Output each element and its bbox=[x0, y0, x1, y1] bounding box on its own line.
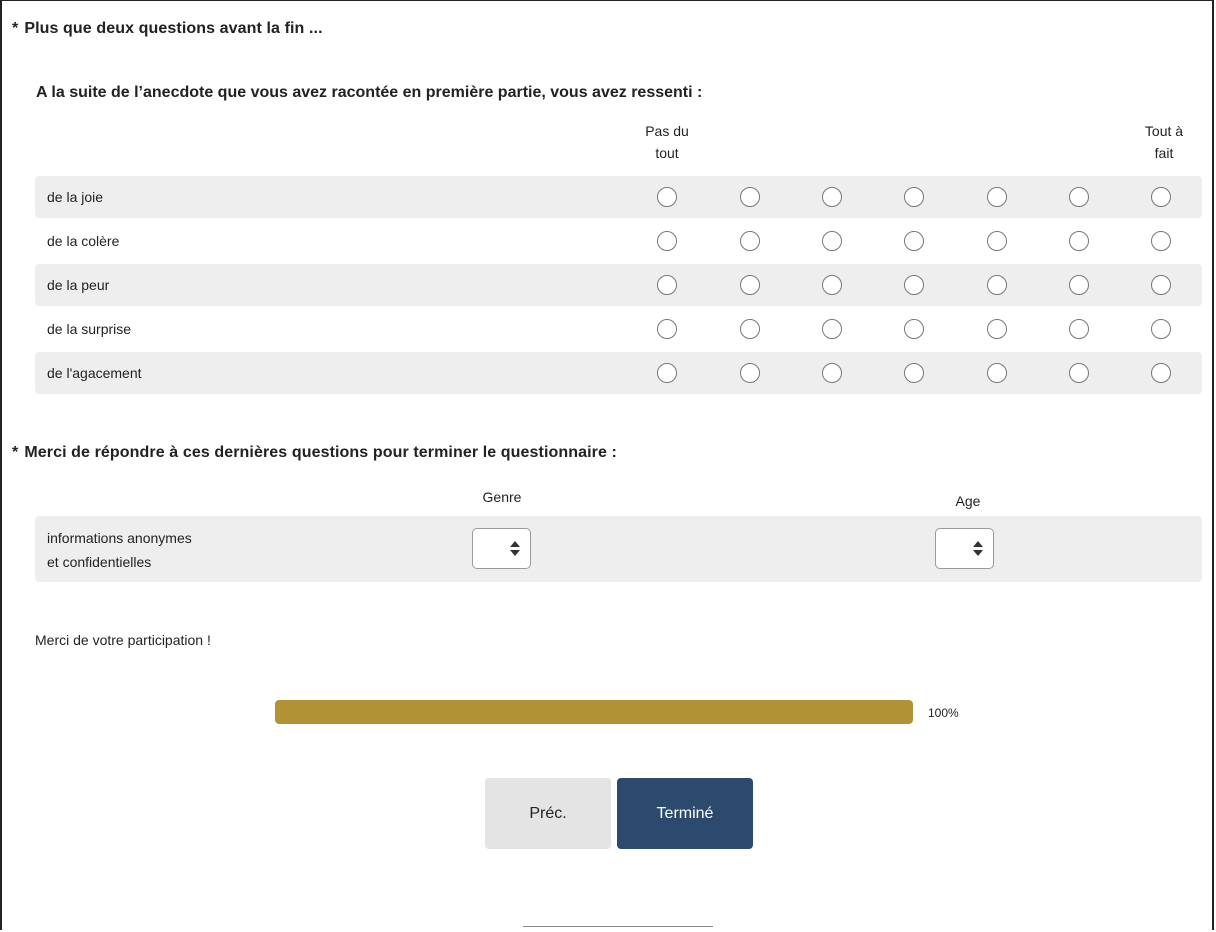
radio-option-4[interactable] bbox=[904, 319, 924, 339]
radio-option-6[interactable] bbox=[1069, 231, 1089, 251]
radio-option-2[interactable] bbox=[740, 187, 760, 207]
radio-option-3[interactable] bbox=[822, 275, 842, 295]
scale-low-header: Pas du tout bbox=[645, 123, 689, 161]
radio-option-2[interactable] bbox=[740, 231, 760, 251]
progress-fill bbox=[275, 700, 913, 724]
radio-option-6[interactable] bbox=[1069, 319, 1089, 339]
required-marker: * bbox=[12, 20, 19, 37]
question-1-title: * Plus que deux questions avant la fin ..… bbox=[12, 20, 323, 37]
age-header: Age bbox=[955, 493, 981, 509]
radio-option-7[interactable] bbox=[1151, 363, 1171, 383]
select-arrows-icon bbox=[973, 541, 983, 557]
radio-option-3[interactable] bbox=[822, 363, 842, 383]
radio-option-7[interactable] bbox=[1151, 231, 1171, 251]
radio-option-5[interactable] bbox=[987, 319, 1007, 339]
radio-option-3[interactable] bbox=[822, 187, 842, 207]
radio-option-4[interactable] bbox=[904, 231, 924, 251]
matrix-row-label: de la joie bbox=[47, 189, 104, 205]
demographics-row-label: informations anonymes et confidentielles bbox=[47, 530, 192, 570]
radio-option-7[interactable] bbox=[1151, 319, 1171, 339]
progress-bar bbox=[275, 700, 913, 724]
radio-option-1[interactable] bbox=[657, 275, 677, 295]
radio-option-5[interactable] bbox=[987, 275, 1007, 295]
matrix-row-label: de l'agacement bbox=[47, 365, 142, 381]
genre-select[interactable] bbox=[472, 528, 531, 569]
radio-option-1[interactable] bbox=[657, 187, 677, 207]
matrix-row-label: de la peur bbox=[47, 277, 110, 293]
matrix-row-label: de la surprise bbox=[47, 321, 132, 337]
radio-option-5[interactable] bbox=[987, 187, 1007, 207]
radio-option-2[interactable] bbox=[740, 319, 760, 339]
matrix-row-colere: de la colère bbox=[35, 220, 1202, 262]
radio-option-7[interactable] bbox=[1151, 275, 1171, 295]
question-2-title: * Merci de répondre à ces dernières quest… bbox=[12, 444, 617, 461]
radio-option-6[interactable] bbox=[1069, 275, 1089, 295]
genre-header: Genre bbox=[482, 489, 522, 505]
required-marker: * bbox=[12, 444, 19, 461]
radio-option-6[interactable] bbox=[1069, 187, 1089, 207]
radio-option-1[interactable] bbox=[657, 319, 677, 339]
scale-high-header: Tout à fait bbox=[1144, 123, 1184, 161]
question-1-subtitle: A la suite de l’anecdote que vous avez r… bbox=[36, 84, 703, 101]
emotion-matrix: de la joie de la colère de la peur de la… bbox=[35, 176, 1202, 396]
select-arrows-icon bbox=[510, 541, 520, 557]
matrix-row-peur: de la peur bbox=[35, 264, 1202, 306]
demographics-row: informations anonymes et confidentielles bbox=[35, 516, 1202, 582]
finish-button[interactable]: Terminé bbox=[617, 778, 753, 849]
radio-option-3[interactable] bbox=[822, 319, 842, 339]
radio-option-5[interactable] bbox=[987, 231, 1007, 251]
radio-option-2[interactable] bbox=[740, 363, 760, 383]
progress-label: 100% bbox=[928, 706, 959, 720]
thanks-message: Merci de votre participation ! bbox=[35, 632, 211, 648]
radio-option-1[interactable] bbox=[657, 231, 677, 251]
footer-divider bbox=[523, 926, 713, 927]
radio-option-2[interactable] bbox=[740, 275, 760, 295]
matrix-row-label: de la colère bbox=[47, 233, 120, 249]
matrix-row-agacement: de l'agacement bbox=[35, 352, 1202, 394]
matrix-row-surprise: de la surprise bbox=[35, 308, 1202, 350]
radio-option-4[interactable] bbox=[904, 275, 924, 295]
previous-button[interactable]: Préc. bbox=[485, 778, 611, 849]
age-select[interactable] bbox=[935, 528, 994, 569]
matrix-row-joie: de la joie bbox=[35, 176, 1202, 218]
radio-option-4[interactable] bbox=[904, 187, 924, 207]
radio-option-7[interactable] bbox=[1151, 187, 1171, 207]
radio-option-4[interactable] bbox=[904, 363, 924, 383]
radio-option-6[interactable] bbox=[1069, 363, 1089, 383]
radio-option-3[interactable] bbox=[822, 231, 842, 251]
radio-option-1[interactable] bbox=[657, 363, 677, 383]
radio-option-5[interactable] bbox=[987, 363, 1007, 383]
